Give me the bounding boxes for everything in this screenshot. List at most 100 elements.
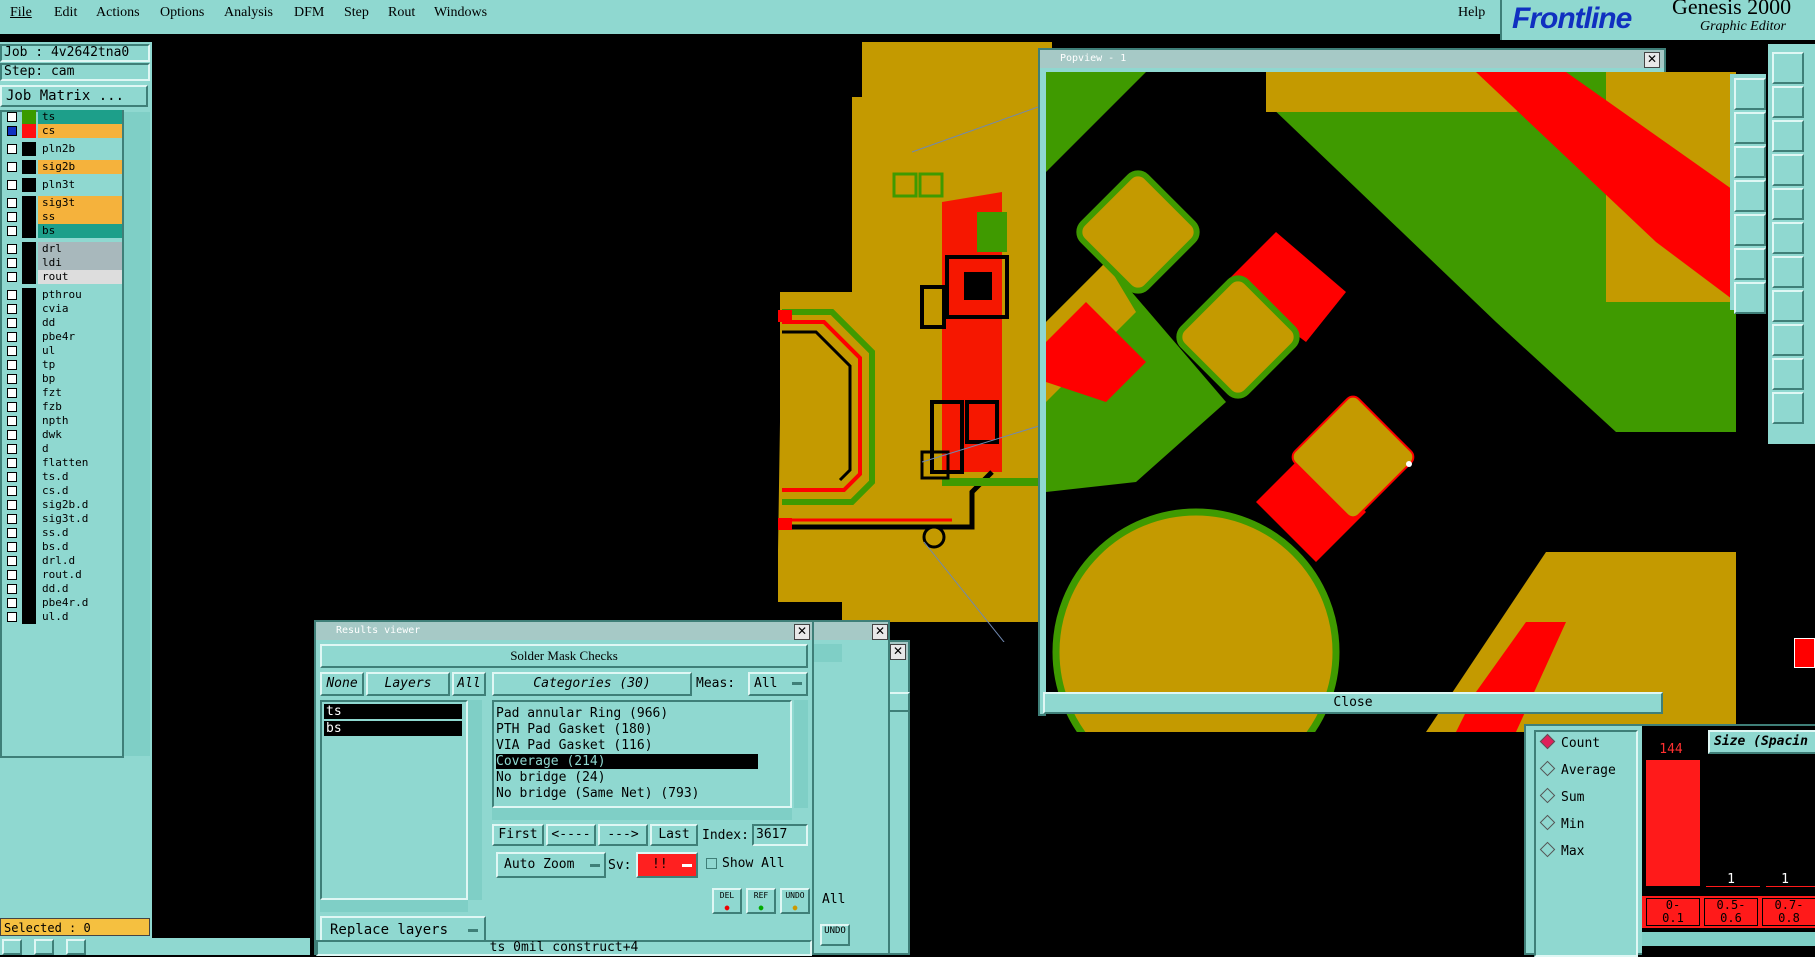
layer-row[interactable]: fzb — [4, 400, 122, 414]
refresh-icon[interactable]: REF ● — [746, 888, 776, 914]
layer-color-swatch[interactable] — [22, 330, 36, 344]
popview-titlebar[interactable]: Popview - 1 — [1040, 50, 1664, 68]
layer-name[interactable]: cvia — [38, 302, 122, 316]
layer-row[interactable]: sig2b — [4, 160, 122, 174]
layer-checkbox[interactable] — [7, 388, 17, 398]
layer-color-swatch[interactable] — [22, 224, 36, 238]
radio-max[interactable]: Max — [1539, 841, 1584, 859]
layer-row[interactable]: sig2b.d — [4, 498, 122, 512]
fit-icon[interactable] — [1734, 248, 1766, 280]
layer-checkbox[interactable] — [7, 290, 17, 300]
layer-checkbox[interactable] — [7, 112, 17, 122]
popview-close-icon[interactable]: ✕ — [1644, 52, 1660, 68]
tool-icon[interactable] — [1772, 222, 1804, 254]
layer-color-swatch[interactable] — [22, 316, 36, 330]
tool-icon[interactable] — [1772, 154, 1804, 186]
tool-icon[interactable] — [1772, 188, 1804, 220]
layer-row[interactable]: dd — [4, 316, 122, 330]
layer-name[interactable]: ts.d — [38, 470, 122, 484]
layer-name[interactable]: ul — [38, 344, 122, 358]
histogram-bar[interactable] — [1766, 886, 1815, 887]
layer-row[interactable]: drl — [4, 242, 122, 256]
category-list-item[interactable]: VIA Pad Gasket (116) — [496, 738, 756, 753]
autozoom-dropdown[interactable]: Auto Zoom — [496, 852, 606, 878]
layer-color-swatch[interactable] — [22, 540, 36, 554]
layer-row[interactable]: pbe4r — [4, 330, 122, 344]
menu-options[interactable]: Options — [160, 5, 204, 21]
categories-button[interactable]: Categories (30) — [492, 672, 692, 696]
layer-row[interactable]: cs.d — [4, 484, 122, 498]
layer-checkbox[interactable] — [7, 258, 17, 268]
layer-color-swatch[interactable] — [22, 288, 36, 302]
layer-name[interactable]: fzt — [38, 386, 122, 400]
layer-row[interactable]: bp — [4, 372, 122, 386]
layer-checkbox[interactable] — [7, 612, 17, 622]
category-list-item[interactable]: No bridge (24) — [496, 770, 756, 785]
layer-checkbox[interactable] — [7, 416, 17, 426]
menu-help[interactable]: Help — [1458, 5, 1485, 21]
layer-name[interactable]: sig2b.d — [38, 498, 122, 512]
layer-checkbox[interactable] — [7, 180, 17, 190]
none-button[interactable]: None — [320, 672, 364, 696]
layer-color-swatch[interactable] — [22, 526, 36, 540]
layer-row[interactable]: ldi — [4, 256, 122, 270]
layer-row[interactable]: ul.d — [4, 610, 122, 624]
layer-row[interactable]: pln2b — [4, 142, 122, 156]
layers-hscrollbar[interactable] — [320, 900, 468, 912]
tool-icon[interactable] — [1772, 256, 1804, 288]
layer-color-swatch[interactable] — [22, 142, 36, 156]
layer-checkbox[interactable] — [7, 584, 17, 594]
layer-name[interactable]: rout.d — [38, 568, 122, 582]
layer-checkbox[interactable] — [7, 272, 17, 282]
layer-row[interactable]: dwk — [4, 428, 122, 442]
menu-rout[interactable]: Rout — [388, 5, 415, 21]
layer-name[interactable]: sig3t — [38, 196, 122, 210]
layer-checkbox[interactable] — [7, 346, 17, 356]
layer-checkbox[interactable] — [7, 542, 17, 552]
layer-row[interactable]: fzt — [4, 386, 122, 400]
layer-checkbox[interactable] — [7, 198, 17, 208]
tool-icon[interactable] — [1772, 358, 1804, 390]
layer-color-swatch[interactable] — [22, 512, 36, 526]
results-close-icon[interactable]: ✕ — [794, 624, 810, 640]
layer-row[interactable]: tp — [4, 358, 122, 372]
layer-name[interactable]: drl.d — [38, 554, 122, 568]
layer-name[interactable]: cs.d — [38, 484, 122, 498]
layer-color-swatch[interactable] — [22, 344, 36, 358]
layer-row[interactable]: drl.d — [4, 554, 122, 568]
layer-row[interactable]: cs — [4, 124, 122, 138]
layer-name[interactable]: pln3t — [38, 178, 122, 192]
layer-name[interactable]: pln2b — [38, 142, 122, 156]
layer-row[interactable]: pln3t — [4, 178, 122, 192]
layer-color-swatch[interactable] — [22, 270, 36, 284]
histogram-bar[interactable] — [1706, 886, 1760, 887]
menu-dfm[interactable]: DFM — [294, 5, 324, 21]
layer-name[interactable]: ts — [38, 110, 122, 124]
layer-row[interactable]: rout.d — [4, 568, 122, 582]
all-layers-button[interactable]: All — [452, 672, 486, 696]
delete-icon[interactable]: DEL ● — [712, 888, 742, 914]
layer-color-swatch[interactable] — [22, 386, 36, 400]
toolbar-btn-3[interactable] — [66, 939, 86, 955]
layer-checkbox[interactable] — [7, 402, 17, 412]
layer-row[interactable]: rout — [4, 270, 122, 284]
size-axis-button[interactable]: Size (Spacin — [1708, 730, 1815, 754]
zoom-out-icon[interactable] — [1734, 112, 1766, 144]
layer-checkbox[interactable] — [7, 598, 17, 608]
layer-color-swatch[interactable] — [22, 400, 36, 414]
layer-name[interactable]: sig2b — [38, 160, 122, 174]
toolbar-btn-2[interactable] — [34, 939, 54, 955]
layer-checkbox[interactable] — [7, 570, 17, 580]
layer-name[interactable]: dwk — [38, 428, 122, 442]
job-matrix-button[interactable]: Job Matrix ... — [0, 85, 148, 107]
layer-row[interactable]: pbe4r.d — [4, 596, 122, 610]
layer-color-swatch[interactable] — [22, 414, 36, 428]
radio-count[interactable]: Count — [1539, 733, 1600, 751]
zoom-in-icon[interactable] — [1734, 78, 1766, 110]
tool-icon[interactable] — [1772, 392, 1804, 424]
layer-row[interactable]: sig3t.d — [4, 512, 122, 526]
center-icon[interactable] — [1734, 282, 1766, 314]
layer-name[interactable]: drl — [38, 242, 122, 256]
layer-color-swatch[interactable] — [22, 456, 36, 470]
layer-row[interactable]: flatten — [4, 456, 122, 470]
